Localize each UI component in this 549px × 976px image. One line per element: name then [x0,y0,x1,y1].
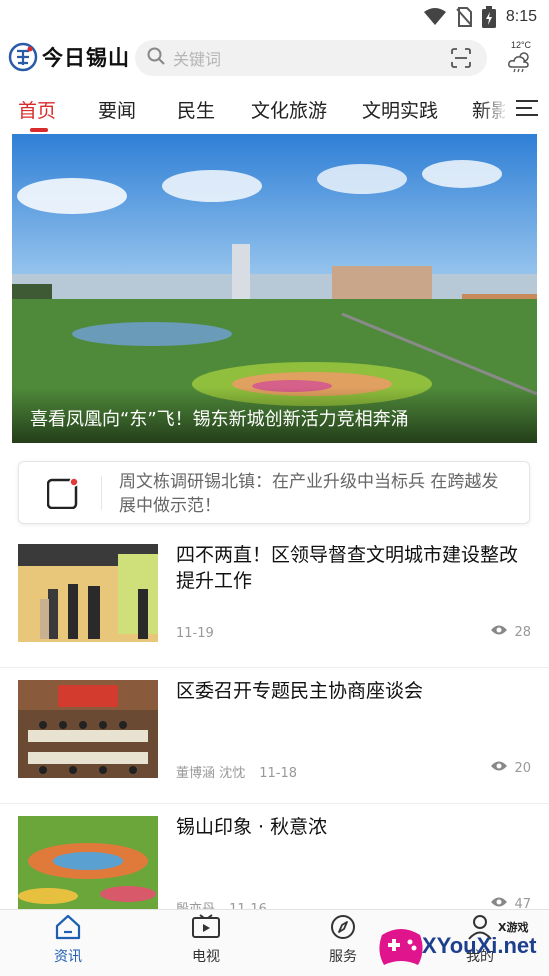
no-sim-icon [456,7,472,27]
nav-tv[interactable]: 电视 [176,914,236,966]
tab-culture-tourism[interactable]: 文化旅游 [251,96,327,123]
menu-icon [516,99,538,121]
tab-civilization-practice[interactable]: 文明实践 [362,96,438,123]
scan-icon[interactable] [451,48,471,72]
weather-temperature: 12°C [510,40,532,50]
tab-home[interactable]: 首页 [18,96,56,123]
news-title: 四不两直！区领导督查文明城市建设整改提升工作 [176,544,519,592]
news-meta: 11-19 [176,626,214,641]
search-bar[interactable]: 关键词 [135,40,487,76]
nav-services[interactable]: 服务 [313,914,373,966]
featured-banner[interactable]: 喜看凤凰向“东”飞！锡东新城创新活力竞相奔涌 [12,134,537,443]
compass-icon [329,915,357,944]
cloudy-rain-icon [507,52,535,78]
active-tab-indicator [30,128,48,132]
app-header: 今日锡山 关键词 12°C [0,34,549,84]
weather-widget[interactable]: 12°C [504,40,538,78]
news-views: 28 [490,624,531,640]
eye-icon [490,760,508,776]
news-item[interactable]: 四不两直！区领导督查文明城市建设整改提升工作 11-19 28 [0,532,549,668]
notice-text: 周文栋调研锡北镇：在产业升级中当标兵 在跨越发展中做示范！ [119,472,499,516]
news-title: 区委召开专题民主协商座谈会 [176,680,424,702]
news-thumbnail [18,816,158,914]
nav-label: 资讯 [54,949,82,965]
search-placeholder: 关键词 [173,50,222,69]
tab-livelihood[interactable]: 民生 [177,96,215,123]
site-watermark: X游戏 XYouXi.net [374,913,549,976]
news-author: 董博涵 沈忱 [176,766,246,781]
news-meta: 董博涵 沈忱 11-18 [176,762,297,781]
status-time: 8:15 [505,8,537,25]
nav-label: 电视 [192,949,220,965]
wifi-icon [423,8,446,26]
view-count: 20 [514,760,531,776]
news-views: 20 [490,760,531,776]
notification-icon [46,477,79,510]
logo-icon [8,42,38,72]
video-icon [191,914,221,944]
nav-label: 服务 [329,949,357,965]
news-date: 11-19 [176,626,214,641]
eye-icon [490,624,508,640]
channel-tabs: 首页 要闻 民生 文化旅游 文明实践 新影 [0,88,549,132]
battery-icon [481,6,496,28]
search-icon [147,47,165,69]
notice-divider [101,476,102,510]
news-item[interactable]: 区委召开专题民主协商座谈会 董博涵 沈忱 11-18 20 [0,668,549,804]
view-count: 28 [514,624,531,640]
status-bar: 8:15 [0,0,549,34]
news-thumbnail [18,544,158,642]
tab-headlines[interactable]: 要闻 [98,96,136,123]
watermark-text: XYouXi.net [422,933,537,958]
banner-title: 喜看凤凰向“东”飞！锡东新城创新活力竞相奔涌 [30,409,409,430]
app-title: 今日锡山 [42,46,130,70]
news-thumbnail [18,680,158,778]
gamepad-logo-icon [379,929,423,965]
news-title: 锡山印象 · 秋意浓 [176,816,328,838]
news-date: 11-18 [259,766,298,781]
home-icon [54,914,82,944]
notice-card[interactable]: 周文栋调研锡北镇：在产业升级中当标兵 在跨越发展中做示范！ [18,461,530,524]
nav-news[interactable]: 资讯 [38,914,98,966]
app-logo[interactable]: 今日锡山 [8,42,130,72]
channel-menu-button[interactable] [505,88,549,132]
